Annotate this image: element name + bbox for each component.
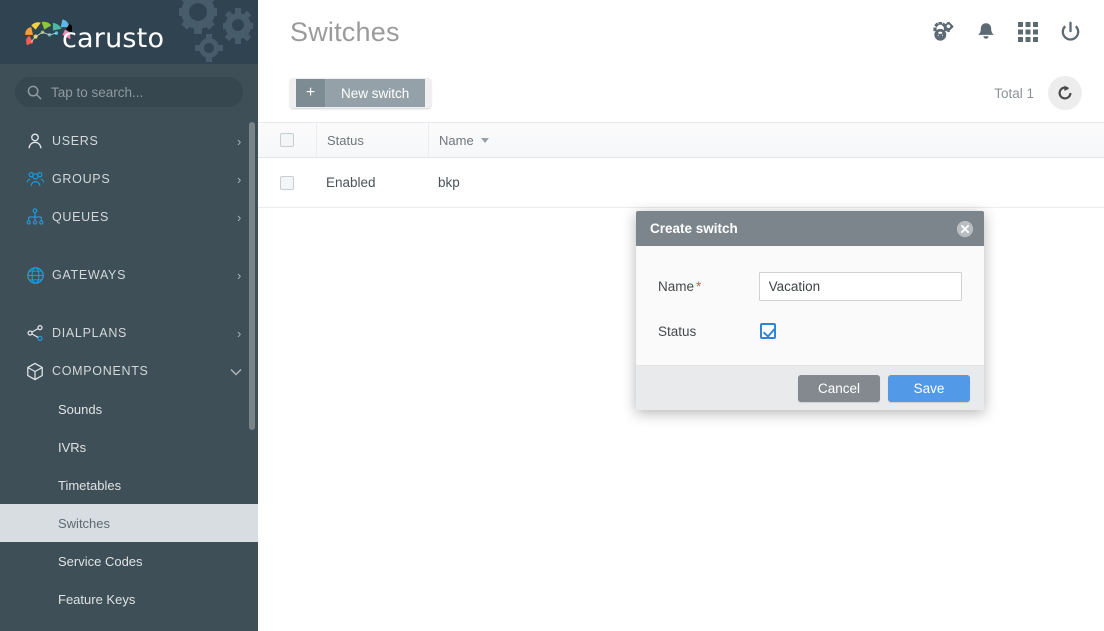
sidebar-item-groups[interactable]: GROUPS › [0,160,258,198]
share-nodes-icon [26,324,52,342]
name-input[interactable] [758,272,962,301]
row-checkbox[interactable] [280,175,294,190]
sidebar-item-gateways[interactable]: GATEWAYS › [0,256,258,294]
create-switch-dialog: Create switch Name* Status [636,211,984,410]
apps-grid-icon[interactable] [1018,22,1038,42]
total-count: Total 1 [994,85,1034,101]
required-marker: * [696,279,702,294]
sidebar-subitem-switches[interactable]: Switches [0,504,258,542]
sidebar-subitem-label: Service Codes [58,553,143,569]
dialog-footer: Cancel Save [636,366,984,410]
name-label-text: Name [658,279,695,294]
user-icon [26,132,52,150]
refresh-button[interactable] [1048,76,1082,110]
sidebar-item-label: COMPONENTS [52,364,149,378]
sidebar-subitem-timetables[interactable]: Timetables [0,466,258,504]
chevron-right-icon: › [236,267,242,283]
sidebar-item-components[interactable]: COMPONENTS [0,352,258,390]
column-header-status[interactable]: Status [316,123,428,157]
brand-name: carusto [62,23,165,54]
page-title: Switches [290,16,400,47]
name-field-label: Name * [658,279,759,294]
new-switch-label: New switch [325,79,426,107]
select-all-checkbox[interactable] [280,133,294,147]
sidebar-subitem-feature-keys[interactable]: Feature Keys [0,580,258,618]
cube-icon [26,362,52,381]
sidebar-item-label: USERS [52,134,99,148]
sidebar-subitem-sounds[interactable]: Sounds [0,390,258,428]
sidebar-search [0,64,258,120]
sidebar-item-label: GATEWAYS [52,268,127,282]
select-all-cell [258,133,316,147]
sidebar-nav: USERS › GROUPS › QUEUES › GATEWAYS › DIA… [0,120,258,618]
sidebar-item-queues[interactable]: QUEUES › [0,198,258,236]
sidebar-subitem-label: Sounds [58,401,103,417]
sidebar-item-label: QUEUES [52,210,109,224]
field-row-name: Name * [636,272,984,301]
sort-descending-icon [480,137,489,143]
search-box[interactable] [15,77,243,107]
sidebar-subitem-label: Timetables [58,477,122,493]
column-header-label: Status [327,132,364,148]
row-select-cell [258,175,316,190]
search-icon [27,85,42,100]
page-header: Switches [258,0,1104,64]
sidebar-item-label: DIALPLANS [52,326,128,340]
switches-table: Status Name Enabled bkp [258,122,1104,208]
status-field-label: Status [658,323,697,339]
sidebar-subitem-label: IVRs [58,439,87,455]
chevron-right-icon: › [236,325,242,341]
status-checkbox[interactable] [760,323,776,339]
sidebar: carusto USERS › [0,0,258,631]
header-icons [932,21,1082,44]
chevron-down-icon [230,365,242,378]
close-circle-icon[interactable] [956,220,974,238]
app-root: carusto USERS › [0,0,1104,631]
sidebar-subitem-service-codes[interactable]: Service Codes [0,542,258,580]
bell-icon[interactable] [975,21,997,43]
globe-icon [26,266,52,285]
sidebar-subitem-label: Switches [58,515,111,531]
chevron-right-icon: › [236,133,242,149]
sidebar-subitem-label: Feature Keys [58,591,136,607]
main-content: Switches + New switch Total 1 Status Nam… [258,0,1104,631]
dialog-body: Name* Status [636,246,984,366]
dialog-title: Create switch [650,221,738,236]
dialog-header: Create switch [636,211,984,246]
save-button[interactable]: Save [888,374,970,402]
new-switch-button[interactable]: + New switch [290,78,432,108]
brand-logo[interactable]: carusto [20,8,170,56]
cancel-button[interactable]: Cancel [798,374,880,402]
refresh-icon [1058,85,1072,100]
sidebar-subitem-ivrs[interactable]: IVRs [0,428,258,466]
sidebar-item-dialplans[interactable]: DIALPLANS › [0,314,258,352]
sidebar-scrollbar[interactable] [249,122,255,430]
chevron-right-icon: › [236,209,242,225]
sidebar-item-label: GROUPS [52,172,111,186]
column-header-name[interactable]: Name [428,123,1104,157]
table-header-row: Status Name [258,122,1104,158]
logo-bar: carusto [0,0,258,64]
search-input[interactable] [51,84,231,100]
hierarchy-icon [26,208,52,226]
cell-name: bkp [438,175,460,190]
power-icon[interactable] [1059,21,1082,44]
plus-icon: + [296,79,325,107]
action-bar: + New switch Total 1 [258,64,1104,122]
cell-status: Enabled [326,175,376,190]
field-row-status: Status [636,323,984,339]
chevron-right-icon: › [236,171,242,187]
column-header-label: Name [439,132,474,148]
settings-gears-icon[interactable] [932,21,954,43]
table-row[interactable]: Enabled bkp [258,158,1104,208]
users-group-icon [26,170,52,188]
sidebar-item-users[interactable]: USERS › [0,122,258,160]
